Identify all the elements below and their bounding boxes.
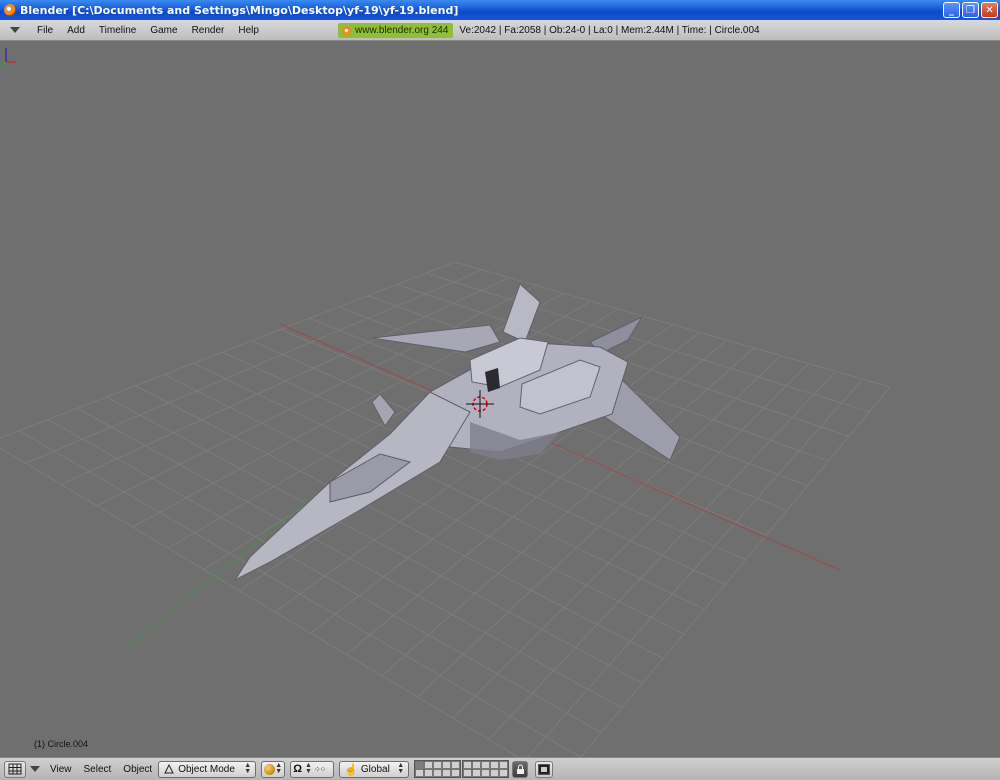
header-menu-toggle[interactable] xyxy=(0,27,30,33)
hand-icon: ☝ xyxy=(344,763,358,776)
layer-toggle[interactable] xyxy=(424,761,434,769)
layer-toggle[interactable] xyxy=(481,761,491,769)
layer-toggle[interactable] xyxy=(472,761,482,769)
menu-select[interactable]: Select xyxy=(78,764,118,775)
header-collapse-button[interactable] xyxy=(29,761,41,778)
layer-toggle[interactable] xyxy=(490,769,500,777)
layer-toggle[interactable] xyxy=(415,769,425,777)
updown-arrows-icon: ▲ ▼ xyxy=(244,762,252,775)
layer-toggle[interactable] xyxy=(451,769,461,777)
window-title: Blender [C:\Documents and Settings\Mingo… xyxy=(20,3,459,17)
3d-view-header: View Select Object Object Mode ▲ ▼ ▲ ▼ Ω ▲… xyxy=(0,757,1000,780)
shading-select[interactable]: ▲ ▼ xyxy=(261,760,286,778)
menu-add[interactable]: Add xyxy=(60,25,92,36)
layer-toggle[interactable] xyxy=(442,769,452,777)
maximize-button[interactable]: ❐ xyxy=(962,2,979,18)
mode-select-value: Object Mode xyxy=(178,763,235,775)
layer-toggle[interactable] xyxy=(463,769,473,777)
updown-arrows-icon: ▲ ▼ xyxy=(397,762,405,775)
layer-toggle[interactable] xyxy=(424,769,434,777)
axis-gizmo-icon xyxy=(1,48,16,66)
mode-select[interactable]: Object Mode ▲ ▼ xyxy=(158,760,257,778)
layer-toggle[interactable] xyxy=(442,761,452,769)
blender-version-badge[interactable]: www.blender.org 244 xyxy=(338,23,454,38)
menu-file[interactable]: File xyxy=(30,25,60,36)
layer-buttons-group-1[interactable] xyxy=(414,760,462,778)
jet-model[interactable] xyxy=(233,283,681,582)
object-mode-icon xyxy=(164,763,175,774)
layer-toggle[interactable] xyxy=(499,769,509,777)
layer-toggle[interactable] xyxy=(433,769,443,777)
layer-toggle[interactable] xyxy=(433,761,443,769)
viewport-canvas xyxy=(0,261,891,757)
active-object-label: (1) Circle.004 xyxy=(34,739,89,749)
grid-icon xyxy=(8,763,22,775)
solid-shading-icon xyxy=(264,763,276,775)
menu-object[interactable]: Object xyxy=(117,764,158,775)
layer-toggle[interactable] xyxy=(490,761,500,769)
3d-viewport[interactable]: (1) Circle.004 xyxy=(0,42,1000,757)
info-header: File Add Timeline Game Render Help www.b… xyxy=(0,20,1000,41)
blender-logo-icon xyxy=(342,26,351,35)
layer-toggle[interactable] xyxy=(451,761,461,769)
updown-arrows-icon: ▲ ▼ xyxy=(275,762,283,775)
layer-toggle[interactable] xyxy=(472,769,482,777)
menu-view[interactable]: View xyxy=(44,764,78,775)
window-controls: _ ❐ ✕ xyxy=(943,2,998,18)
layer-toggle[interactable] xyxy=(481,769,491,777)
menu-timeline[interactable]: Timeline xyxy=(92,25,143,36)
layer-toggle[interactable] xyxy=(463,761,473,769)
editor-type-button[interactable] xyxy=(4,760,26,778)
menu-render[interactable]: Render xyxy=(185,25,232,36)
menu-game[interactable]: Game xyxy=(143,25,184,36)
pivot-select[interactable]: Ω ▲ ▼ ⁘⁘ xyxy=(290,760,335,778)
render-icon xyxy=(538,763,551,775)
scene-info: www.blender.org 244 Ve:2042 | Fa:2058 | … xyxy=(338,23,760,38)
orientation-select[interactable]: ☝ Global ▲ ▼ xyxy=(339,760,410,778)
menu-help[interactable]: Help xyxy=(231,25,266,36)
pivot-icon: Ω xyxy=(293,763,303,775)
minimize-button[interactable]: _ xyxy=(943,2,960,18)
lock-icon xyxy=(516,764,524,774)
close-button[interactable]: ✕ xyxy=(981,2,998,18)
layer-lock-button[interactable] xyxy=(512,760,529,778)
layer-buttons-group-2[interactable] xyxy=(462,760,510,778)
orientation-value: Global xyxy=(360,763,390,775)
blender-logo-icon xyxy=(4,4,16,16)
layer-toggle[interactable] xyxy=(415,761,425,769)
scene-stats: Ve:2042 | Fa:2058 | Ob:24-0 | La:0 | Mem… xyxy=(459,25,760,36)
triangle-down-icon xyxy=(10,27,20,33)
window-title-bar[interactable]: Blender [C:\Documents and Settings\Mingo… xyxy=(0,0,1000,20)
blender-site-label: www.blender.org 244 xyxy=(355,25,449,36)
triangle-down-icon xyxy=(30,766,40,772)
updown-arrows-icon: ▲ ▼ xyxy=(305,762,312,775)
render-preview-button[interactable] xyxy=(535,760,554,778)
layer-toggle[interactable] xyxy=(499,761,509,769)
snap-dots-icon: ⁘⁘ xyxy=(313,764,326,774)
